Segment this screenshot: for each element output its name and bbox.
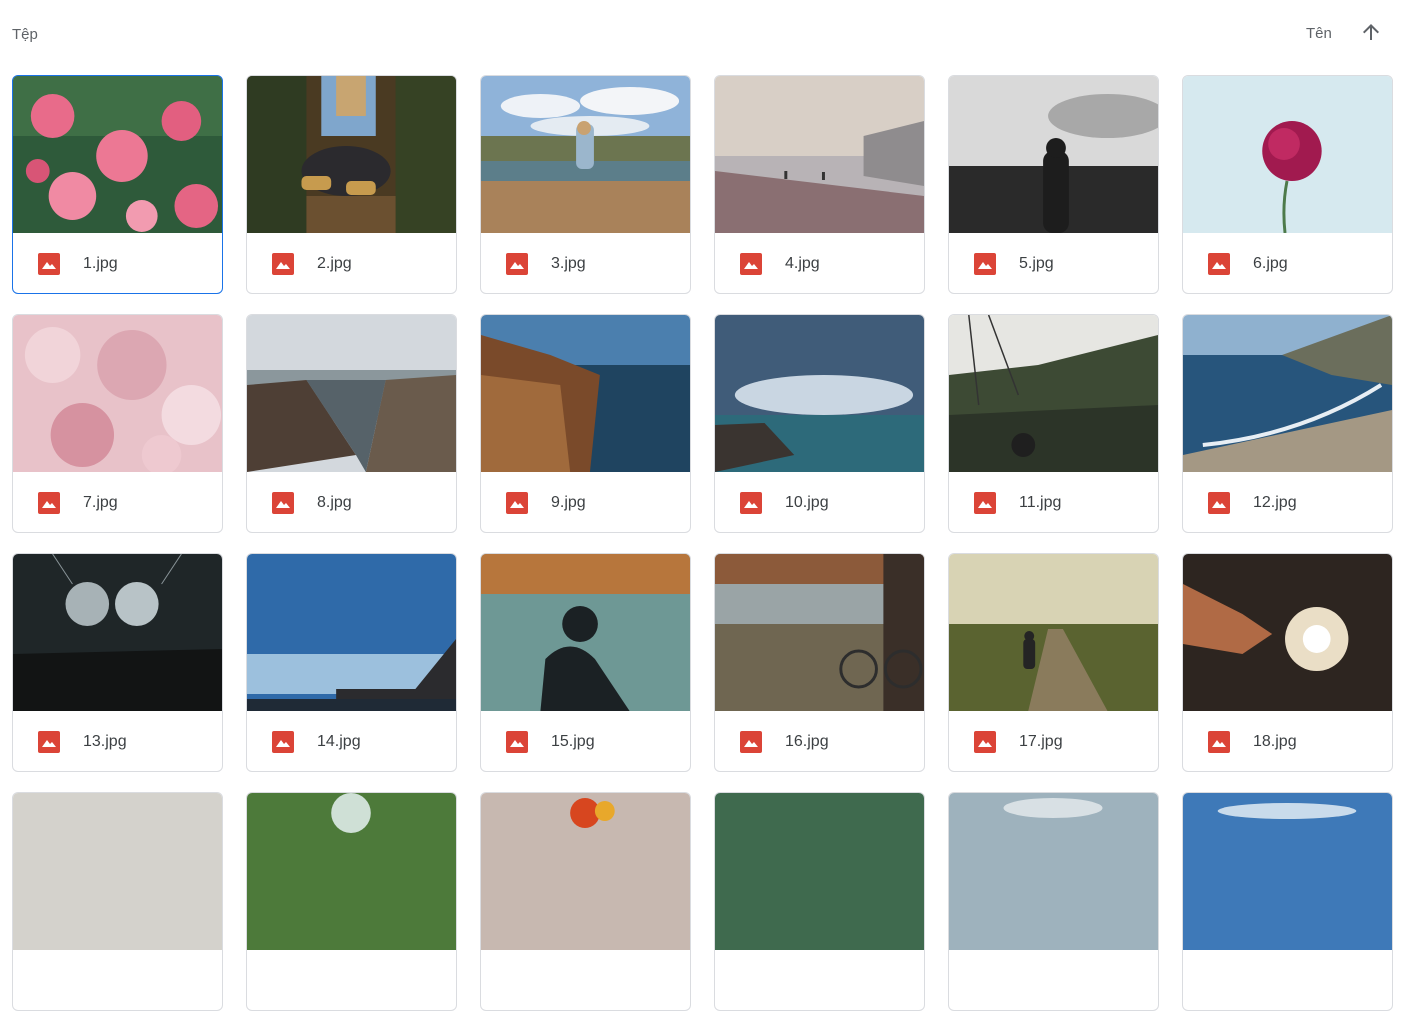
image-file-icon	[974, 731, 996, 753]
file-card[interactable]: 7.jpg	[12, 314, 223, 533]
file-card[interactable]	[1182, 792, 1393, 1011]
image-thumbnail	[481, 554, 690, 711]
file-name: 8.jpg	[317, 494, 352, 511]
image-file-icon	[1208, 731, 1230, 753]
image-file-icon	[740, 731, 762, 753]
file-card[interactable]: 5.jpg	[948, 75, 1159, 294]
image-file-icon	[740, 253, 762, 275]
file-card[interactable]: 8.jpg	[246, 314, 457, 533]
image-thumbnail	[481, 793, 690, 950]
file-name: 6.jpg	[1253, 255, 1288, 272]
file-card[interactable]	[246, 792, 457, 1011]
sort-by-name-button[interactable]: Tên	[1306, 25, 1332, 42]
image-thumbnail	[247, 76, 456, 233]
image-thumbnail	[715, 76, 924, 233]
image-thumbnail	[1183, 76, 1392, 233]
image-file-icon	[1208, 492, 1230, 514]
file-card[interactable]	[480, 792, 691, 1011]
image-thumbnail	[13, 76, 222, 233]
file-card[interactable]: 15.jpg	[480, 553, 691, 772]
file-card[interactable]: 16.jpg	[714, 553, 925, 772]
file-card[interactable]: 9.jpg	[480, 314, 691, 533]
file-name: 5.jpg	[1019, 255, 1054, 272]
file-card[interactable]: 12.jpg	[1182, 314, 1393, 533]
image-file-icon	[272, 253, 294, 275]
file-name: 10.jpg	[785, 494, 829, 511]
file-name: 15.jpg	[551, 733, 595, 750]
image-file-icon	[38, 253, 60, 275]
file-name: 7.jpg	[83, 494, 118, 511]
arrow-upward-icon[interactable]	[1359, 20, 1383, 44]
image-file-icon	[38, 731, 60, 753]
image-file-icon	[506, 253, 528, 275]
image-file-icon	[272, 731, 294, 753]
file-name: 12.jpg	[1253, 494, 1297, 511]
file-card[interactable]: 3.jpg	[480, 75, 691, 294]
file-card[interactable]: 11.jpg	[948, 314, 1159, 533]
image-thumbnail	[1183, 554, 1392, 711]
image-file-icon	[506, 731, 528, 753]
file-card[interactable]: 18.jpg	[1182, 553, 1393, 772]
file-name: 9.jpg	[551, 494, 586, 511]
file-card[interactable]: 6.jpg	[1182, 75, 1393, 294]
image-thumbnail	[247, 554, 456, 711]
image-thumbnail	[949, 554, 1158, 711]
file-name: 3.jpg	[551, 255, 586, 272]
image-file-icon	[974, 253, 996, 275]
file-name: 11.jpg	[1019, 494, 1062, 511]
files-header: Tệp Tên	[0, 0, 1407, 70]
image-thumbnail	[715, 793, 924, 950]
file-card[interactable]: 13.jpg	[12, 553, 223, 772]
image-thumbnail	[481, 315, 690, 472]
image-thumbnail	[13, 315, 222, 472]
image-thumbnail	[1183, 315, 1392, 472]
image-thumbnail	[715, 554, 924, 711]
file-card[interactable]	[948, 792, 1159, 1011]
image-thumbnail	[1183, 793, 1392, 950]
file-name: 18.jpg	[1253, 733, 1297, 750]
file-name: 14.jpg	[317, 733, 361, 750]
image-thumbnail	[949, 793, 1158, 950]
image-file-icon	[740, 492, 762, 514]
file-card[interactable]: 4.jpg	[714, 75, 925, 294]
file-name: 4.jpg	[785, 255, 820, 272]
file-card[interactable]	[714, 792, 925, 1011]
image-thumbnail	[715, 315, 924, 472]
image-file-icon	[506, 492, 528, 514]
file-card[interactable]: 2.jpg	[246, 75, 457, 294]
file-name: 1.jpg	[83, 255, 118, 272]
image-thumbnail	[949, 315, 1158, 472]
file-card[interactable]: 17.jpg	[948, 553, 1159, 772]
image-thumbnail	[247, 793, 456, 950]
image-thumbnail	[949, 76, 1158, 233]
file-name: 13.jpg	[83, 733, 127, 750]
file-card[interactable]	[12, 792, 223, 1011]
image-file-icon	[1208, 253, 1230, 275]
file-name: 2.jpg	[317, 255, 352, 272]
file-name: 16.jpg	[785, 733, 829, 750]
image-file-icon	[38, 492, 60, 514]
image-thumbnail	[13, 793, 222, 950]
image-file-icon	[272, 492, 294, 514]
file-name: 17.jpg	[1019, 733, 1063, 750]
file-card[interactable]: 14.jpg	[246, 553, 457, 772]
image-thumbnail	[247, 315, 456, 472]
image-thumbnail	[13, 554, 222, 711]
image-file-icon	[974, 492, 996, 514]
section-title: Tệp	[12, 26, 38, 43]
file-card[interactable]: 1.jpg	[12, 75, 223, 294]
image-thumbnail	[481, 76, 690, 233]
file-card[interactable]: 10.jpg	[714, 314, 925, 533]
